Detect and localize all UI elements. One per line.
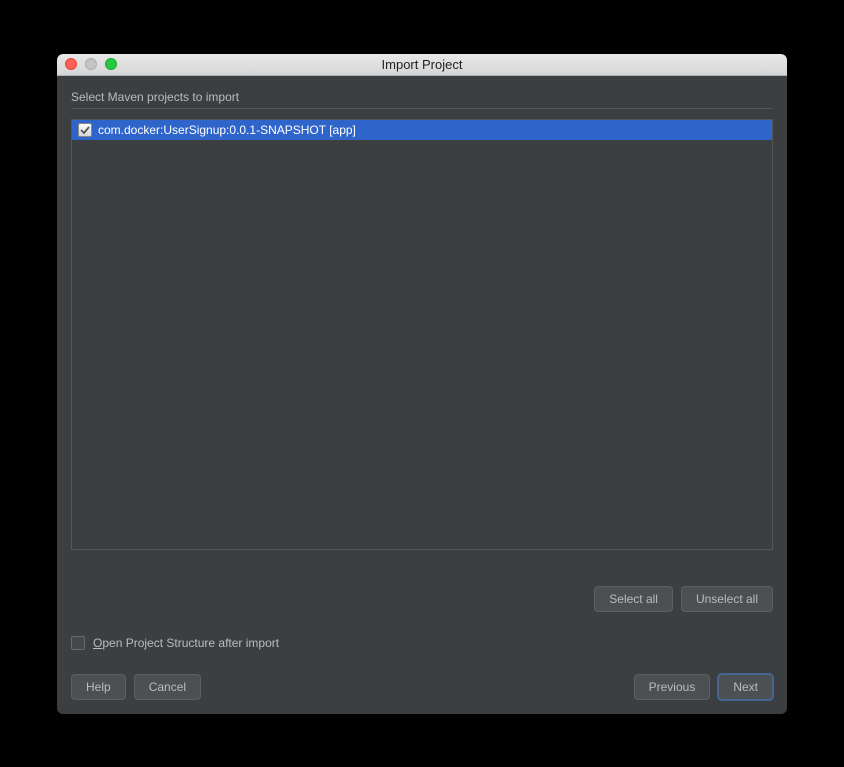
project-list-item[interactable]: com.docker:UserSignup:0.0.1-SNAPSHOT [ap… — [72, 120, 772, 140]
project-list[interactable]: com.docker:UserSignup:0.0.1-SNAPSHOT [ap… — [71, 119, 773, 550]
selection-button-row: Select all Unselect all — [71, 586, 773, 612]
separator — [71, 108, 773, 109]
previous-button[interactable]: Previous — [634, 674, 711, 700]
cancel-button[interactable]: Cancel — [134, 674, 201, 700]
titlebar[interactable]: Import Project — [57, 54, 787, 76]
close-icon[interactable] — [65, 58, 77, 70]
select-all-button[interactable]: Select all — [594, 586, 673, 612]
import-project-window: Import Project Select Maven projects to … — [57, 54, 787, 714]
unselect-all-button[interactable]: Unselect all — [681, 586, 773, 612]
help-button[interactable]: Help — [71, 674, 126, 700]
section-heading: Select Maven projects to import — [71, 90, 773, 104]
minimize-icon[interactable] — [85, 58, 97, 70]
window-title: Import Project — [57, 57, 787, 72]
window-controls — [57, 58, 117, 70]
project-label: com.docker:UserSignup:0.0.1-SNAPSHOT [ap… — [98, 123, 356, 137]
button-group-left: Help Cancel — [71, 674, 201, 700]
next-button[interactable]: Next — [718, 674, 773, 700]
open-structure-option[interactable]: Open Project Structure after import — [71, 636, 773, 650]
project-checkbox[interactable] — [78, 123, 92, 137]
button-group-right: Previous Next — [634, 674, 773, 700]
open-structure-label: Open Project Structure after import — [93, 636, 279, 650]
dialog-button-row: Help Cancel Previous Next — [71, 674, 773, 700]
dialog-content: Select Maven projects to import com.dock… — [57, 76, 787, 714]
open-structure-checkbox[interactable] — [71, 636, 85, 650]
maximize-icon[interactable] — [105, 58, 117, 70]
check-icon — [80, 125, 90, 135]
